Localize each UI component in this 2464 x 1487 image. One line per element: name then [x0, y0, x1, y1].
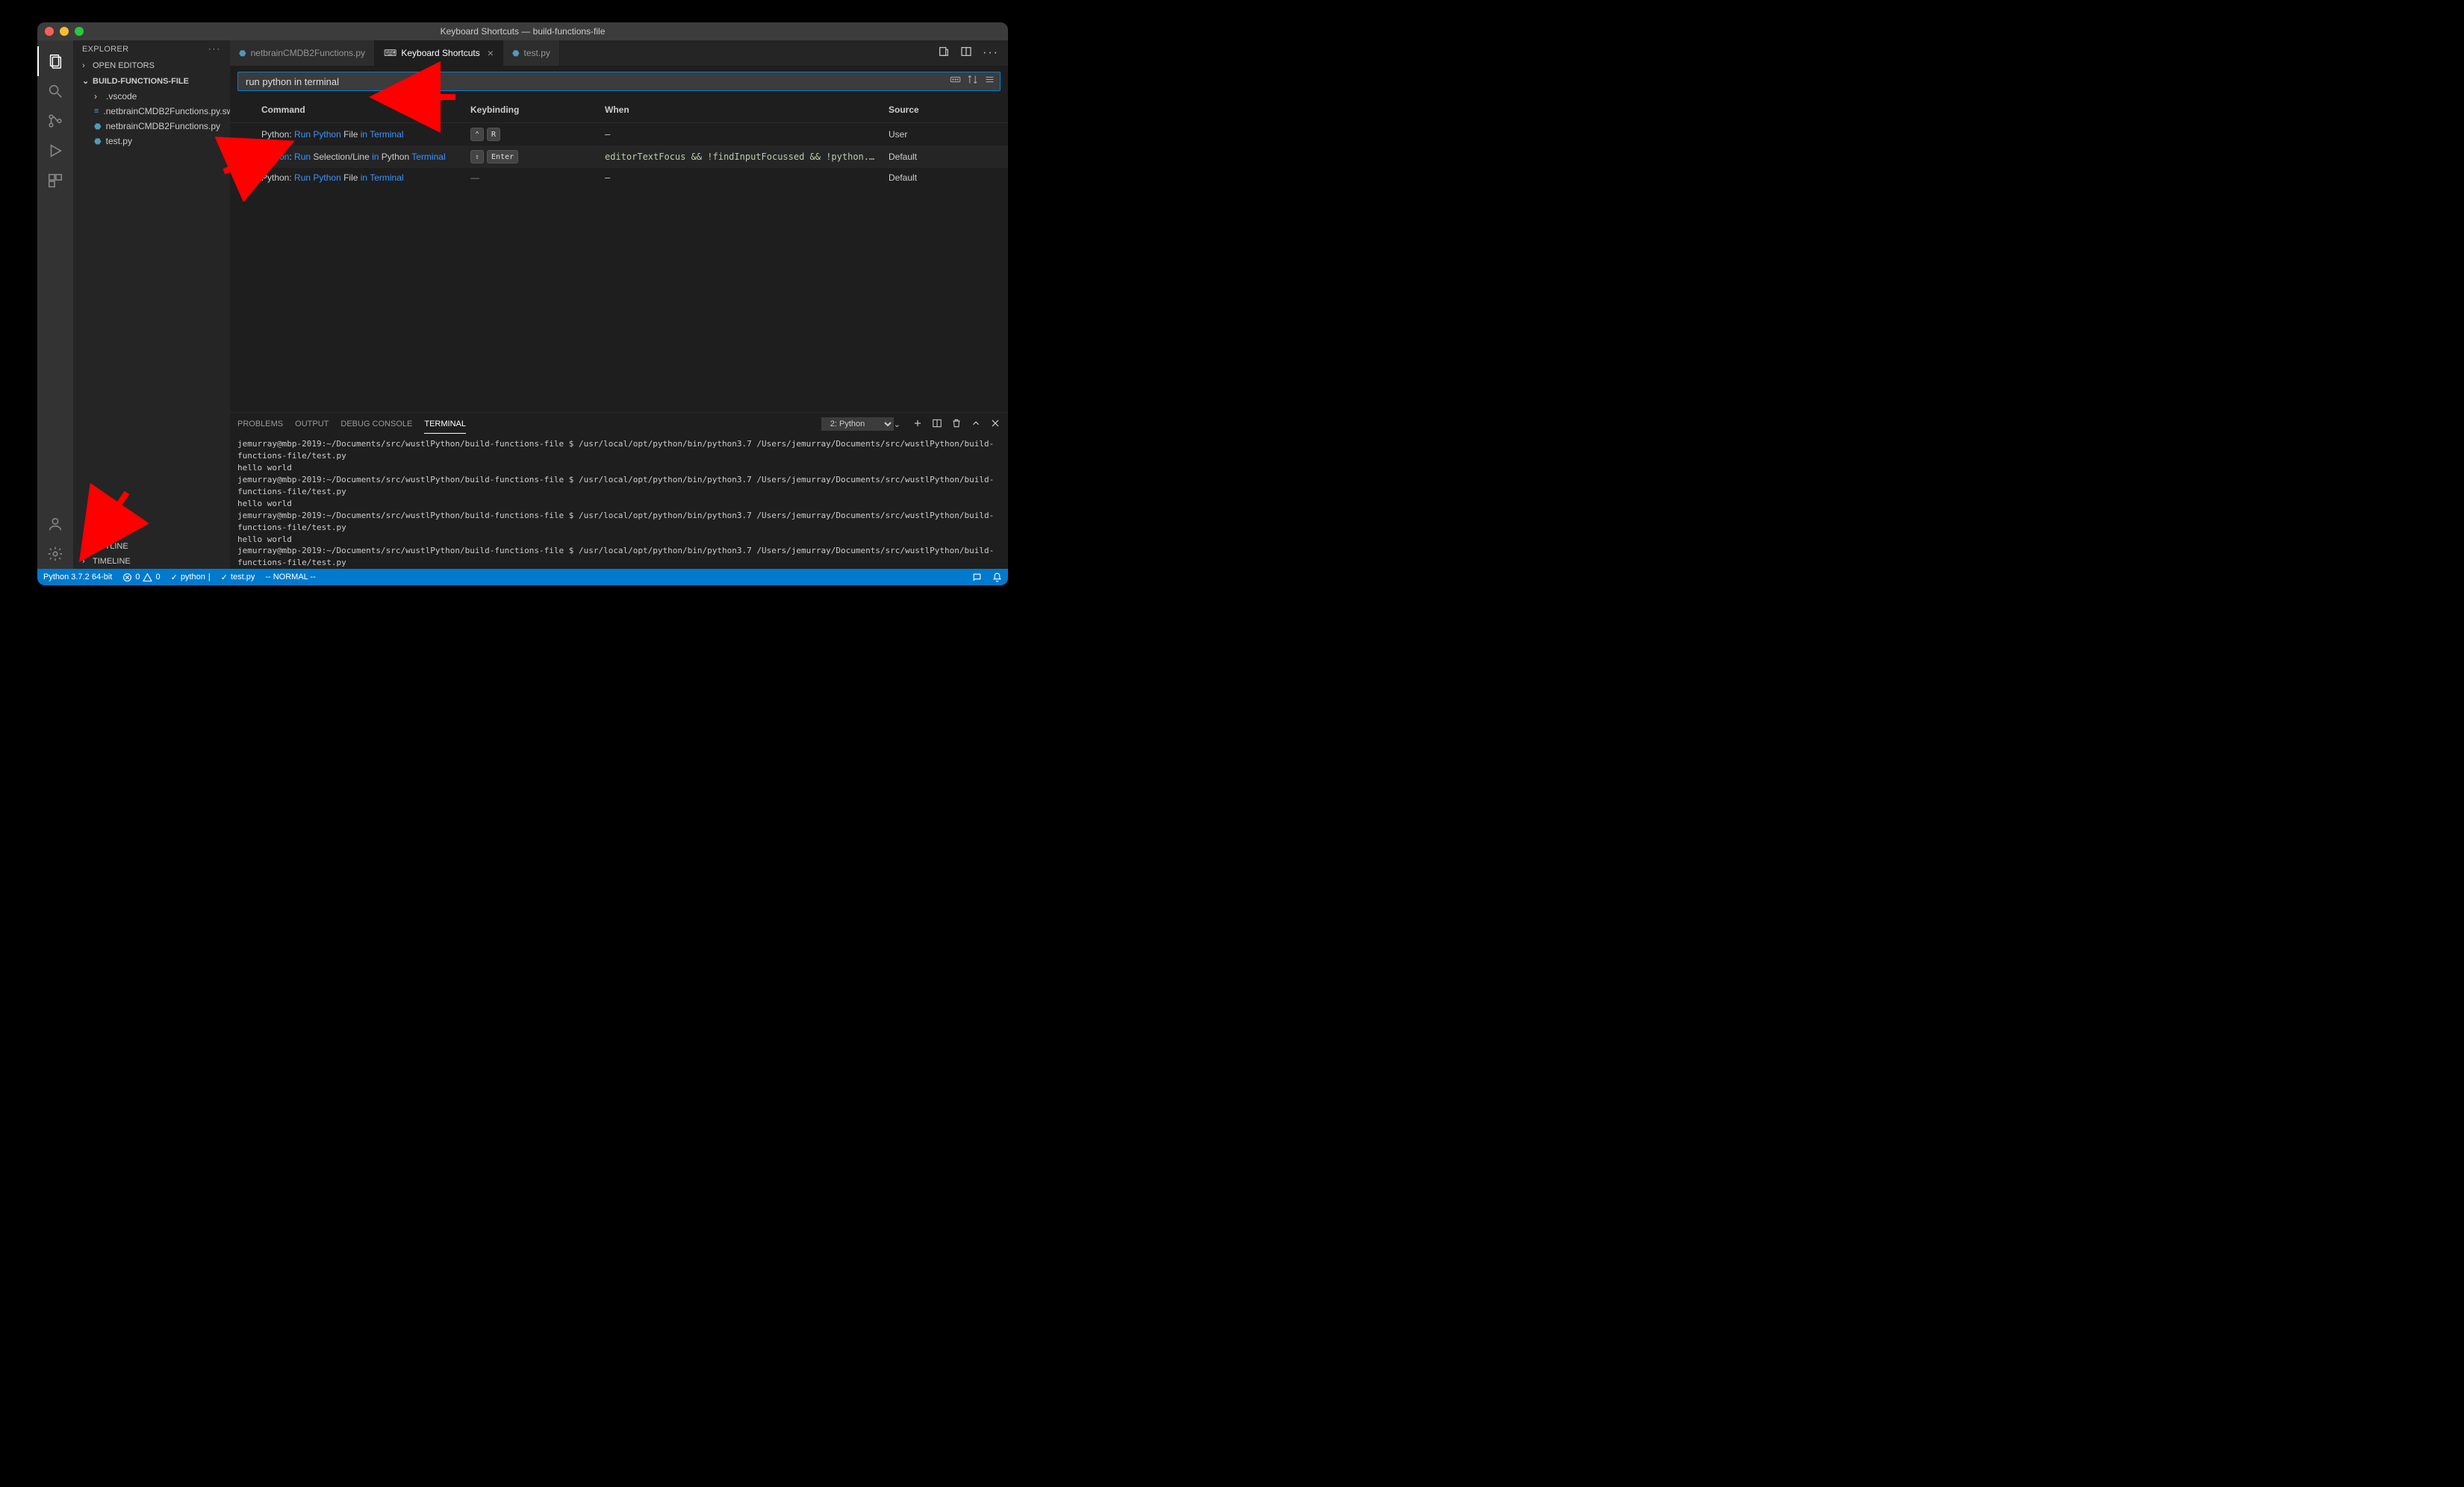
kb-row[interactable]: Python: Run Selection/Line in Python Ter…	[230, 146, 1008, 168]
kb-row[interactable]: Python: Run Python File in Terminal⌃R—Us…	[230, 123, 1008, 146]
tab-label: Keyboard Shortcuts	[401, 48, 479, 58]
folder-item[interactable]: ›.vscode	[73, 89, 230, 104]
clear-search-icon[interactable]	[984, 74, 995, 89]
python-file-icon: ⬣	[94, 122, 102, 131]
open-editors-section[interactable]: ›OPEN EDITORS	[73, 58, 230, 73]
activity-bar	[37, 40, 73, 569]
panel-tab[interactable]: DEBUG CONSOLE	[340, 415, 412, 434]
kb-keys: —	[466, 169, 600, 186]
status-bar: Python 3.7.2 64-bit 0 0 ✓ python | ✓ tes…	[37, 569, 1008, 585]
maximize-panel-icon[interactable]	[971, 418, 981, 431]
tab-label: test.py	[524, 48, 550, 58]
terminal-selector[interactable]: 2: Python	[821, 417, 894, 431]
kb-source: Default	[884, 169, 974, 186]
kb-when: —	[600, 126, 884, 143]
tab-label: netbrainCMDB2Functions.py	[251, 48, 365, 58]
split-terminal-icon[interactable]	[932, 418, 942, 431]
keyboard-icon: ⌨︎	[384, 48, 396, 58]
titlebar: Keyboard Shortcuts — build-functions-fil…	[37, 22, 1008, 40]
kb-table-header: Command Keybinding When Source	[230, 97, 1008, 123]
kb-source: Default	[884, 149, 974, 165]
timeline-section[interactable]: ›TIMELINE	[73, 554, 230, 569]
tab-bar: ⬣ netbrainCMDB2Functions.py ⌨︎ Keyboard Sho…	[230, 40, 1008, 66]
sidebar-more-icon[interactable]: ···	[208, 45, 221, 54]
python-file-icon: ⬣	[94, 137, 102, 146]
file-label: .vscode	[106, 91, 137, 102]
python-file-icon: ⬣	[239, 49, 246, 58]
terminal-output[interactable]: jemurray@mbp-2019:~/Documents/src/wustlP…	[230, 435, 1008, 569]
kb-row[interactable]: Python: Run Python File in Terminal——Def…	[230, 168, 1008, 187]
editor-tab[interactable]: ⌨︎ Keyboard Shortcuts ×	[375, 40, 503, 66]
kill-terminal-icon[interactable]	[951, 418, 962, 431]
status-feedback-icon[interactable]	[972, 573, 982, 582]
vscode-window: Keyboard Shortcuts — build-functions-fil…	[37, 22, 1008, 585]
kb-search-input[interactable]	[243, 76, 950, 87]
editor-more-icon[interactable]: ···	[983, 46, 999, 60]
file-label: netbrainCMDB2Functions.py	[106, 121, 220, 131]
kb-when: editorTextFocus && !findInputFocussed &&…	[600, 149, 884, 165]
close-tab-icon[interactable]: ×	[488, 47, 494, 59]
kb-source: User	[884, 126, 974, 143]
sort-precedence-icon[interactable]	[967, 74, 978, 89]
record-keys-icon[interactable]	[950, 74, 961, 89]
status-problems[interactable]: 0 0	[122, 573, 160, 582]
source-control-icon[interactable]	[37, 106, 73, 136]
file-label: test.py	[106, 136, 132, 146]
extensions-icon[interactable]	[37, 166, 73, 196]
kb-search-box[interactable]	[237, 72, 1001, 91]
kb-command: Python: Run Selection/Line in Python Ter…	[257, 149, 466, 165]
status-ext-test[interactable]: ✓ test.py	[221, 573, 255, 582]
kb-when: —	[600, 169, 884, 186]
close-panel-icon[interactable]	[990, 418, 1001, 431]
editor-area: ⬣ netbrainCMDB2Functions.py ⌨︎ Keyboard Sho…	[230, 40, 1008, 569]
sidebar-title: EXPLORER	[82, 45, 128, 54]
search-icon[interactable]	[37, 76, 73, 106]
explorer-icon[interactable]	[37, 46, 73, 76]
bottom-panel: PROBLEMS OUTPUT DEBUG CONSOLE TERMINAL 2: P…	[230, 412, 1008, 569]
col-keybinding[interactable]: Keybinding	[466, 102, 600, 118]
python-file-icon: ⬣	[512, 49, 520, 58]
status-python[interactable]: Python 3.7.2 64-bit	[43, 573, 112, 582]
kb-command: Python: Run Python File in Terminal	[257, 126, 466, 143]
new-terminal-icon[interactable]	[912, 418, 923, 431]
accounts-icon[interactable]	[37, 509, 73, 539]
kb-keys: ⌃R	[466, 125, 600, 144]
keyboard-shortcuts-view: Command Keybinding When Source Python: R…	[230, 66, 1008, 569]
panel-tab[interactable]: PROBLEMS	[237, 415, 283, 434]
col-command[interactable]: Command	[257, 102, 466, 118]
file-item[interactable]: ⬣ test.py	[73, 134, 230, 149]
project-section[interactable]: ⌄BUILD-FUNCTIONS-FILE	[73, 73, 230, 89]
kb-command: Python: Run Python File in Terminal	[257, 169, 466, 186]
settings-gear-icon[interactable]	[37, 539, 73, 569]
editor-tab[interactable]: ⬣ netbrainCMDB2Functions.py	[230, 40, 375, 66]
window-minimize-dot[interactable]	[60, 27, 69, 36]
file-item[interactable]: ⬣ netbrainCMDB2Functions.py	[73, 119, 230, 134]
window-title: Keyboard Shortcuts — build-functions-fil…	[37, 26, 1008, 37]
kb-keys: ⇧Enter	[466, 147, 600, 166]
col-source[interactable]: Source	[884, 102, 974, 118]
col-when[interactable]: When	[600, 102, 884, 118]
editor-tab[interactable]: ⬣ test.py	[503, 40, 560, 66]
status-vim-mode: -- NORMAL --	[265, 573, 315, 582]
open-kb-json-icon[interactable]	[938, 46, 950, 61]
sidebar: EXPLORER ··· ›OPEN EDITORS ⌄BUILD-FUNCTI…	[73, 40, 230, 569]
file-item[interactable]: ≡.netbrainCMDB2Functions.py.swp	[73, 104, 230, 119]
status-ext-python[interactable]: ✓ python |	[171, 573, 211, 582]
file-icon: ≡	[94, 107, 99, 116]
split-editor-icon[interactable]	[960, 46, 972, 61]
outline-section[interactable]: ›OUTLINE	[73, 539, 230, 554]
panel-tab[interactable]: OUTPUT	[295, 415, 329, 434]
file-label: .netbrainCMDB2Functions.py.swp	[103, 106, 238, 116]
window-close-dot[interactable]	[45, 27, 54, 36]
status-bell-icon[interactable]	[992, 573, 1002, 582]
terminal-selector-chevron-icon[interactable]: ⌄	[894, 420, 900, 429]
run-debug-icon[interactable]	[37, 136, 73, 166]
window-zoom-dot[interactable]	[75, 27, 84, 36]
panel-tab[interactable]: TERMINAL	[424, 415, 466, 434]
